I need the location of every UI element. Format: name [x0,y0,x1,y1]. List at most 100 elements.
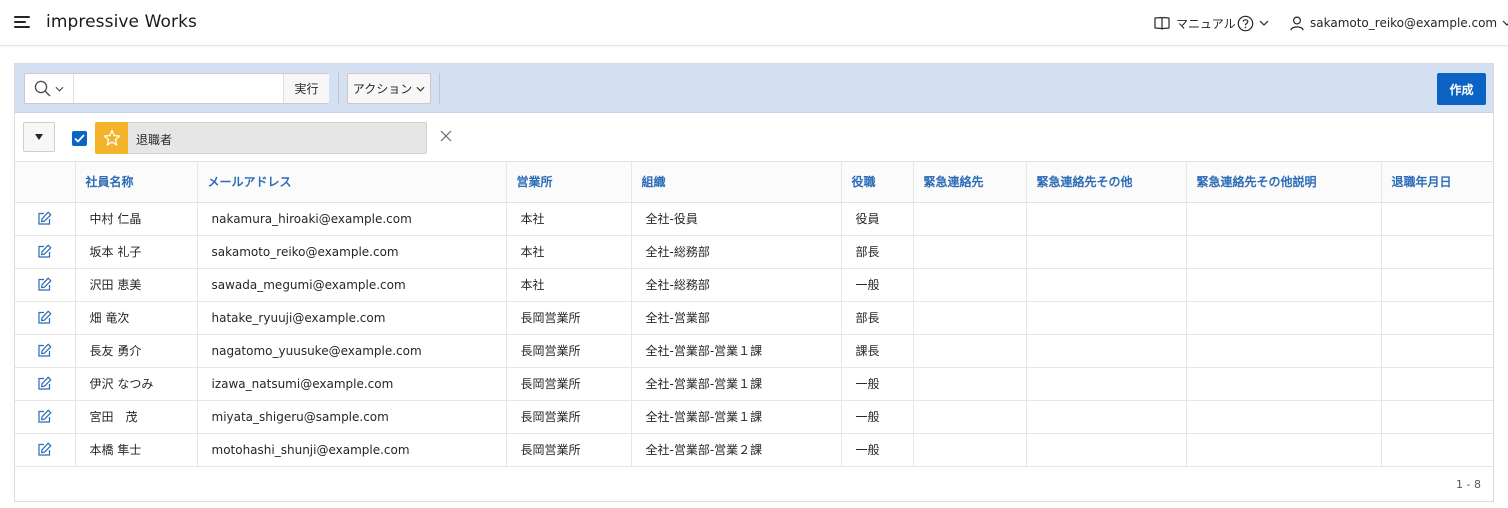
saved-report-filter[interactable]: 退職者 [95,122,427,154]
cell-title: 部長 [841,235,914,269]
cell-contact-other-desc [1186,400,1382,434]
cell-org: 全社-営業部-営業１課 [631,400,842,434]
cell-office: 本社 [506,202,632,236]
cell-office: 長岡営業所 [506,400,632,434]
cell-contact-other [1026,334,1187,368]
table-row: 本橋 隼士 motohashi_shunji@example.com 長岡営業所 全社… [15,433,1493,467]
check-icon [74,134,85,143]
cell-org: 全社-総務部 [631,268,842,302]
cell-contact-other-desc [1186,268,1382,302]
cell-org: 全社-総務部 [631,235,842,269]
cell-email: nagatomo_yuusuke@example.com [197,334,507,368]
star-badge [95,122,128,154]
filter-enable-checkbox[interactable] [72,131,87,146]
cell-email: sawada_megumi@example.com [197,268,507,302]
edit-icon [38,442,52,456]
edit-icon [38,409,52,423]
column-header[interactable]: メールアドレス [197,162,507,203]
table-row: 中村 仁晶 nakamura_hiroaki@example.com 本社 全社-役員… [15,202,1493,236]
pagination-info: 1 - 8 [1456,478,1481,491]
cell-contact-other [1026,400,1187,434]
user-menu[interactable]: sakamoto_reiko@example.com [1290,13,1508,33]
edit-row-link[interactable] [15,235,76,269]
column-header[interactable]: 営業所 [506,162,632,203]
column-header[interactable]: 緊急連絡先その他説明 [1186,162,1382,203]
table-row: 長友 勇介 nagatomo_yuusuke@example.com 長岡営業所 全社… [15,334,1493,368]
cell-contact-other [1026,235,1187,269]
search-bar: 実行 [24,73,329,104]
cell-org: 全社-役員 [631,202,842,236]
cell-title: 役員 [841,202,914,236]
cell-contact-other-desc [1186,202,1382,236]
cell-office: 本社 [506,235,632,269]
column-header[interactable]: 社員名称 [75,162,198,203]
table-row: 沢田 恵美 sawada_megumi@example.com 本社 全社-総務部 一般 [15,268,1493,302]
cell-contact [913,268,1027,302]
edit-row-link[interactable] [15,400,76,434]
edit-row-link[interactable] [15,334,76,368]
cell-contact [913,202,1027,236]
cell-contact [913,400,1027,434]
search-icon [34,80,51,97]
actions-label: アクション [352,82,413,96]
cell-contact [913,301,1027,335]
cell-contact-other-desc [1186,334,1382,368]
edit-row-link[interactable] [15,202,76,236]
collapse-filters-button[interactable] [23,122,55,152]
edit-row-link[interactable] [15,367,76,401]
column-header[interactable]: 緊急連絡先 [913,162,1027,203]
table-header-row: 社員名称 メールアドレス 営業所 組織 役職 緊急連絡先 緊急連絡先その他 緊急… [15,162,1493,203]
edit-icon [38,277,52,291]
help-menu[interactable] [1237,13,1269,33]
chevron-down-icon [1259,20,1269,26]
column-header[interactable]: 組織 [631,162,842,203]
edit-icon [38,310,52,324]
edit-icon [38,343,52,357]
cell-retire-date [1381,433,1493,467]
edit-icon [38,376,52,390]
cell-retire-date [1381,334,1493,368]
hamburger-icon[interactable] [14,16,32,30]
cell-contact-other [1026,433,1187,467]
search-column-button[interactable] [25,74,74,103]
cell-office: 長岡営業所 [506,301,632,335]
cell-retire-date [1381,202,1493,236]
cell-title: 一般 [841,367,914,401]
toolbar-divider [439,73,440,104]
cell-name: 宮田 茂 [75,400,198,434]
close-icon[interactable] [439,129,453,143]
cell-contact-other [1026,301,1187,335]
cell-email: nakamura_hiroaki@example.com [197,202,507,236]
edit-row-link[interactable] [15,301,76,335]
employee-table: 社員名称 メールアドレス 営業所 組織 役職 緊急連絡先 緊急連絡先その他 緊急… [15,162,1493,467]
create-button[interactable]: 作成 [1437,73,1486,105]
manual-link[interactable]: マニュアル [1154,13,1236,33]
edit-row-link[interactable] [15,433,76,467]
column-header[interactable]: 退職年月日 [1381,162,1493,203]
cell-contact [913,235,1027,269]
search-input[interactable] [74,74,283,103]
book-icon [1154,16,1170,30]
user-icon [1290,15,1304,30]
chevron-down-icon [55,86,64,92]
cell-name: 伊沢 なつみ [75,367,198,401]
table-row: 宮田 茂 miyata_shigeru@sample.com 長岡営業所 全社-営業部… [15,400,1493,434]
column-header[interactable]: 役職 [841,162,914,203]
edit-row-link[interactable] [15,268,76,302]
actions-menu-button[interactable]: アクション [347,73,431,104]
star-icon [103,129,120,146]
app-title[interactable]: impressive Works [46,12,197,32]
cell-title: 一般 [841,433,914,467]
cell-name: 畑 竜次 [75,301,198,335]
cell-org: 全社-営業部 [631,301,842,335]
report-toolbar: 実行 アクション 作成 [15,64,1493,113]
column-header[interactable]: 緊急連絡先その他 [1026,162,1187,203]
go-button[interactable]: 実行 [283,74,329,103]
cell-org: 全社-営業部-営業１課 [631,334,842,368]
filter-row: 退職者 [15,113,1493,162]
cell-org: 全社-営業部-営業２課 [631,433,842,467]
cell-org: 全社-営業部-営業１課 [631,367,842,401]
cell-title: 部長 [841,301,914,335]
cell-name: 中村 仁晶 [75,202,198,236]
edit-icon [38,244,52,258]
